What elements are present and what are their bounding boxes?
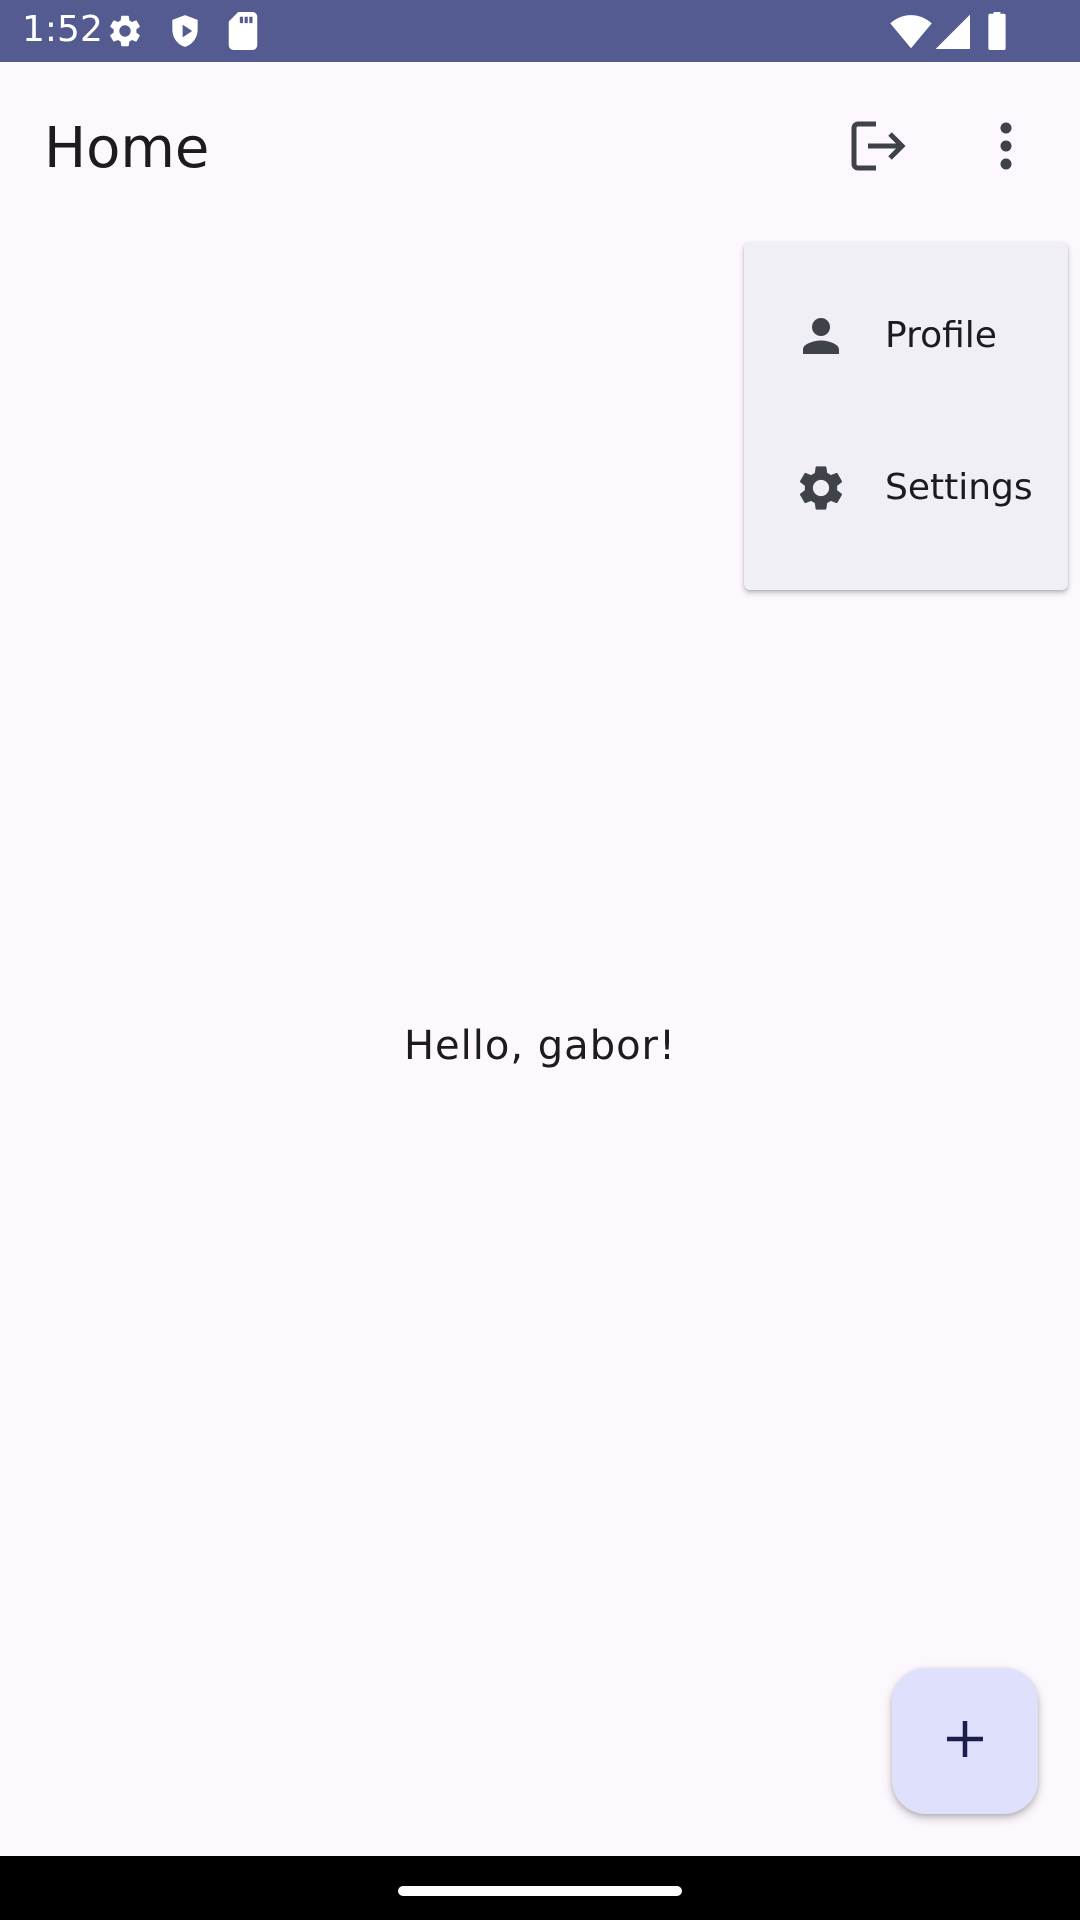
wifi-icon — [890, 12, 932, 55]
sd-card-icon — [226, 12, 260, 55]
battery-icon — [986, 12, 1008, 55]
person-icon — [794, 309, 848, 363]
logout-icon — [850, 120, 908, 177]
menu-item-settings[interactable]: Settings — [744, 412, 1068, 564]
status-bar: 1:52 — [0, 0, 1080, 62]
top-app-bar: Home — [0, 62, 1080, 232]
more-vert-icon — [998, 122, 1014, 175]
cell-signal-icon — [934, 12, 970, 55]
logout-button[interactable] — [831, 100, 927, 196]
menu-item-profile[interactable]: Profile — [744, 260, 1068, 412]
greeting-text: Hello, gabor! — [403, 1023, 677, 1069]
system-nav-bar — [0, 1856, 1080, 1920]
page-title: Home — [44, 116, 210, 181]
status-time: 1:52 — [22, 9, 103, 50]
shield-icon — [166, 12, 204, 55]
overflow-menu: Profile Settings — [744, 242, 1068, 590]
home-gesture-handle[interactable] — [398, 1886, 682, 1896]
gear-icon — [106, 12, 144, 55]
add-fab-button[interactable] — [892, 1668, 1038, 1814]
gear-icon — [794, 461, 848, 515]
more-options-button[interactable] — [958, 100, 1054, 196]
plus-icon — [945, 1719, 985, 1764]
menu-item-label: Profile — [885, 315, 997, 356]
menu-item-label: Settings — [885, 467, 1033, 508]
